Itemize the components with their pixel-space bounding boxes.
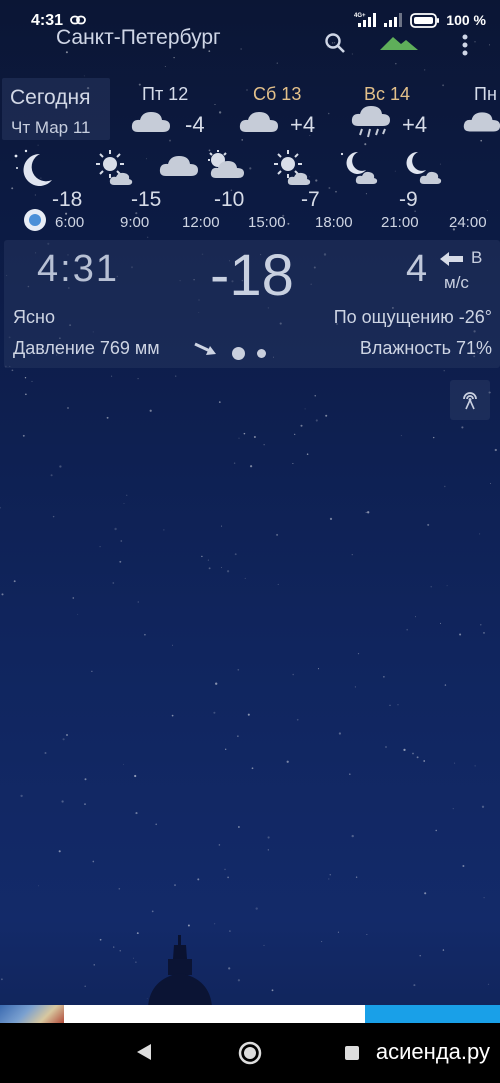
moon-cloud-icon	[340, 151, 378, 184]
current-time: 4:31	[37, 248, 119, 290]
hour-time: 9:00	[120, 214, 150, 231]
moon-phase-dot-small	[257, 349, 266, 358]
day-temp: +4	[402, 112, 428, 137]
sun-cloud-icon	[274, 150, 311, 185]
hour-temp: -10	[214, 188, 245, 211]
ad-banner[interactable]	[0, 1005, 500, 1023]
hour-temp: -9	[399, 188, 418, 211]
signal-icon-2	[384, 13, 403, 27]
wind-speed: 4	[406, 248, 428, 290]
pressure: Давление 769 мм	[13, 338, 160, 358]
partly-cloudy-icon	[208, 150, 244, 178]
hour-time: 18:00	[315, 214, 353, 231]
city-title[interactable]: Санкт-Петербург	[56, 28, 221, 50]
hour-time: 24:00	[449, 214, 487, 231]
hour-temp: -15	[131, 188, 162, 211]
hour-time: 21:00	[381, 214, 419, 231]
day-item-mon[interactable]: Пн	[460, 78, 500, 140]
home-icon[interactable]	[238, 1041, 262, 1065]
broadcast-icon	[463, 392, 477, 410]
today-title: Сегодня	[10, 86, 91, 109]
wind-unit: м/с	[444, 273, 469, 292]
moon-cloud-icon	[406, 151, 442, 184]
cloud-icon	[159, 156, 198, 176]
broadcast-button[interactable]	[450, 380, 490, 420]
today-tab[interactable]: Сегодня Чт Мар 11	[2, 78, 110, 140]
moon-phase-dot	[232, 347, 245, 360]
sun-cloud-icon	[96, 150, 133, 185]
ad-thumbnail-image	[0, 1005, 64, 1023]
wind-direction: В	[471, 248, 483, 267]
day-temp: -4	[185, 112, 205, 137]
pressure-trend-arrow-icon	[194, 342, 216, 355]
current-temperature: -18	[210, 243, 294, 308]
battery-percent: 100 %	[446, 12, 486, 28]
hour-time: 15:00	[248, 214, 286, 231]
dome-silhouette-image	[148, 935, 212, 1007]
app-bar: Санкт-Петербург	[0, 28, 500, 58]
cloud-icon	[463, 112, 500, 132]
current-time-marker	[24, 209, 46, 231]
signal-icon	[358, 13, 377, 27]
battery-icon	[410, 12, 440, 28]
day-item-sun[interactable]: Вс 14 +4	[350, 78, 450, 140]
feels-like: По ощущению -26°	[333, 307, 492, 327]
weather-condition: Ясно	[13, 307, 55, 327]
hour-temp: -18	[52, 188, 83, 211]
search-icon[interactable]	[324, 32, 346, 54]
hour-time: 12:00	[182, 214, 220, 231]
current-conditions-panel[interactable]: 4:31 -18 4 В м/с Ясно По ощущению -26° Д…	[4, 240, 500, 368]
humidity: Влажность 71%	[359, 338, 492, 358]
today-date: Чт Мар 11	[11, 118, 91, 137]
cloud-icon	[239, 112, 278, 132]
daily-forecast-strip: Сегодня Чт Мар 11 Пт 12 -4 Сб 13 +4 Вс 1…	[0, 78, 500, 140]
day-name: Сб 13	[253, 84, 302, 104]
rain-cloud-icon	[351, 106, 390, 138]
hourly-forecast: -18 6:00 -15 9:00 -10 12:00 -7 15:00 -9 …	[0, 146, 500, 236]
watermark-text: асиенда.ру	[375, 1039, 490, 1064]
hour-time: 6:00	[55, 214, 85, 231]
recents-icon[interactable]	[344, 1045, 360, 1061]
moon-icon	[14, 149, 52, 186]
day-item-fri[interactable]: Пт 12 -4	[130, 78, 230, 140]
day-name: Пт 12	[142, 84, 189, 104]
wind-direction-arrow-icon	[440, 252, 463, 266]
day-name: Пн	[474, 84, 497, 104]
system-nav-bar: асиенда.ру	[0, 1023, 500, 1083]
day-temp: +4	[290, 112, 316, 137]
day-name: Вс 14	[364, 84, 411, 104]
back-icon[interactable]	[135, 1043, 153, 1061]
link-icon	[70, 15, 86, 25]
more-vert-icon[interactable]	[461, 34, 469, 56]
cloud-icon	[131, 112, 170, 132]
hour-temp: -7	[301, 188, 320, 211]
status-indicators: 100 %	[358, 12, 486, 28]
day-item-sat[interactable]: Сб 13 +4	[238, 78, 338, 140]
ad-accent	[365, 1005, 500, 1023]
mountain-icon[interactable]	[380, 34, 418, 50]
